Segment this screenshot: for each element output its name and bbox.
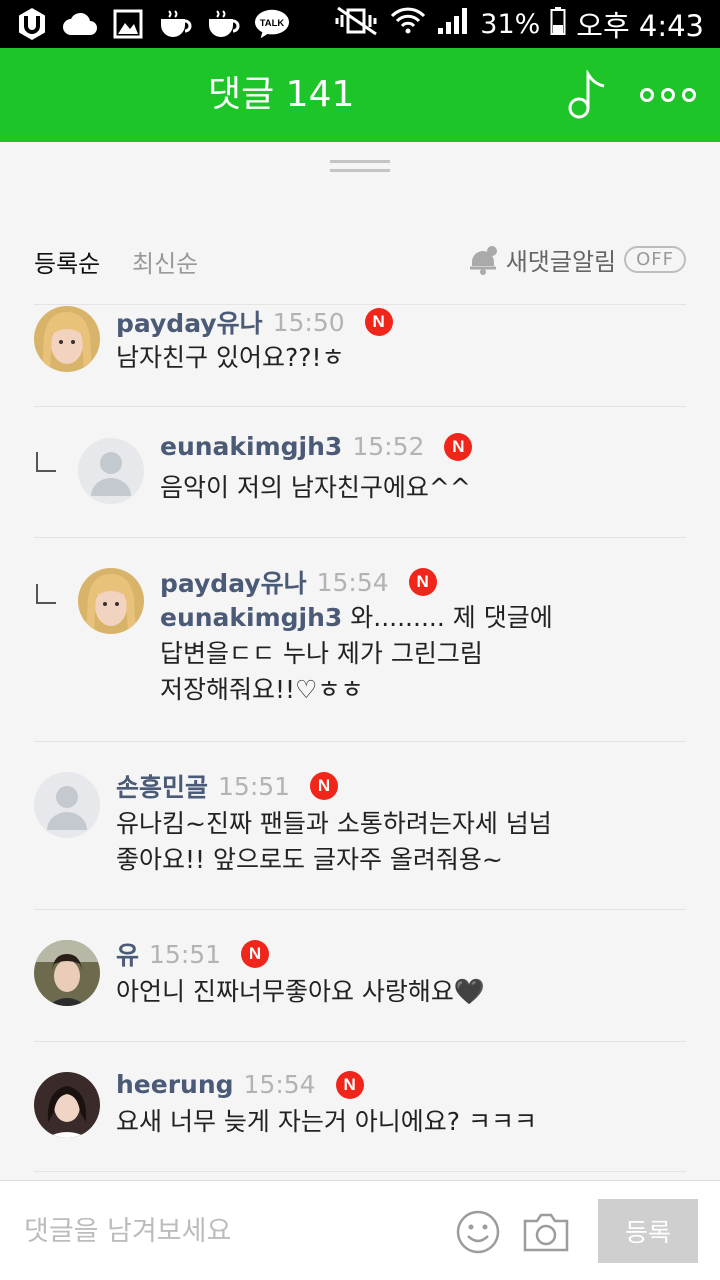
sort-tab-latest[interactable]: 최신순 <box>132 244 198 279</box>
comment-author[interactable]: payday유나 <box>160 564 307 600</box>
comment-text: 남자친구 있어요??!ㅎ <box>116 343 345 372</box>
new-badge: N <box>364 308 393 336</box>
wifi-icon <box>390 4 426 45</box>
u-plus-icon <box>14 6 50 42</box>
kakaotalk-icon: TALK <box>254 6 290 42</box>
coffee-icon <box>206 6 242 42</box>
comment-text: 음악이 저의 남자친구에요^^ <box>160 473 471 502</box>
new-badge: N <box>335 1070 364 1099</box>
page-title: 댓글 141 <box>208 74 355 115</box>
new-comment-notify-toggle[interactable]: 새댓글알림 OFF <box>468 242 686 277</box>
comment-time: 15:51 <box>218 771 291 801</box>
comment-time: 15:52 <box>352 432 425 461</box>
sort-bar: 등록순 최신순 새댓글알림 OFF <box>0 230 720 290</box>
comment-text: eunakimgjh3 와......... 제 댓글에 답변을ㄷㄷ 누나 제가… <box>160 600 700 708</box>
comment-author[interactable]: 손흥민골 <box>116 768 208 804</box>
submit-button[interactable]: 등록 <box>598 1199 698 1263</box>
avatar[interactable] <box>78 438 144 504</box>
avatar[interactable] <box>34 772 100 838</box>
emoji-icon[interactable] <box>455 1209 501 1255</box>
comment-time: 15:50 <box>272 307 345 337</box>
notify-label: 새댓글알림 <box>505 248 617 276</box>
comment-input-bar: 등록 <box>0 1180 720 1280</box>
notify-bell-icon <box>468 244 498 276</box>
comment-time: 15:54 <box>316 567 389 597</box>
new-badge: N <box>408 568 437 596</box>
reply-indicator-icon <box>36 584 56 604</box>
comment-text: 유나킴~진짜 팬들과 소통하려는자세 넘넘 좋아요!! 앞으로도 글자주 올려줘… <box>116 809 552 874</box>
status-bar: TALK 31% 오후 4:43 <box>0 0 720 48</box>
comment-item: payday유나 15:54 N eunakimgjh3 와......... … <box>0 538 720 742</box>
more-options-icon[interactable] <box>640 72 696 118</box>
new-badge: N <box>310 772 339 800</box>
comment-item: payday유나 15:50 N 남자친구 있어요??!ㅎ <box>0 304 720 408</box>
notify-toggle-state[interactable]: OFF <box>624 246 686 273</box>
gallery-icon <box>110 6 146 42</box>
battery-percent: 31% <box>480 8 541 40</box>
comment-author[interactable]: 유 <box>116 936 139 972</box>
comment-item: 손흥민골 15:51 N 유나킴~진짜 팬들과 소통하려는자세 넘넘 좋아요!!… <box>0 742 720 910</box>
comment-author[interactable]: eunakimgjh3 <box>160 432 342 461</box>
avatar[interactable] <box>34 940 100 1006</box>
reply-indicator-icon <box>36 452 56 472</box>
comment-item: 유 15:51 N 아언니 진짜너무좋아요 사랑해요🖤 <box>0 910 720 1042</box>
mention-link[interactable]: eunakimgjh3 <box>160 603 342 632</box>
comment-author[interactable]: heerung <box>116 1070 234 1099</box>
new-badge: N <box>444 432 473 461</box>
coffee-icon <box>158 6 194 42</box>
avatar[interactable] <box>34 1072 100 1138</box>
signal-icon <box>436 6 470 43</box>
black-heart-icon: 🖤 <box>453 977 486 1006</box>
comment-text-body: 아언니 진짜너무좋아요 사랑해요 <box>116 977 454 1006</box>
battery-icon <box>550 6 566 43</box>
comment-input[interactable] <box>24 1209 424 1253</box>
sort-tab-registered[interactable]: 등록순 <box>34 244 100 279</box>
comment-time: 15:54 <box>243 1070 316 1099</box>
comment-text: 아언니 진짜너무좋아요 사랑해요🖤 <box>116 974 656 1010</box>
camera-icon[interactable] <box>522 1211 570 1253</box>
clock: 오후 4:43 <box>576 9 704 43</box>
comment-author[interactable]: payday유나 <box>116 304 263 340</box>
avatar[interactable] <box>78 568 144 634</box>
music-note-icon[interactable] <box>566 68 610 120</box>
new-badge: N <box>241 940 270 968</box>
comment-time: 15:51 <box>149 939 222 969</box>
cloud-icon <box>62 6 98 42</box>
app-header: 댓글 141 <box>0 48 720 142</box>
comment-item: heerung 15:54 N 요새 너무 늦게 자는거 아니에요? ㅋㅋㅋ <box>0 1042 720 1172</box>
avatar[interactable] <box>34 306 100 372</box>
mute-vibrate-icon <box>334 6 380 43</box>
svg-text:TALK: TALK <box>260 18 285 29</box>
comment-item: eunakimgjh3 15:52 N 음악이 저의 남자친구에요^^ <box>0 406 720 538</box>
drag-handle[interactable] <box>330 160 390 176</box>
comment-text: 요새 너무 늦게 자는거 아니에요? ㅋㅋㅋ <box>116 1107 538 1136</box>
